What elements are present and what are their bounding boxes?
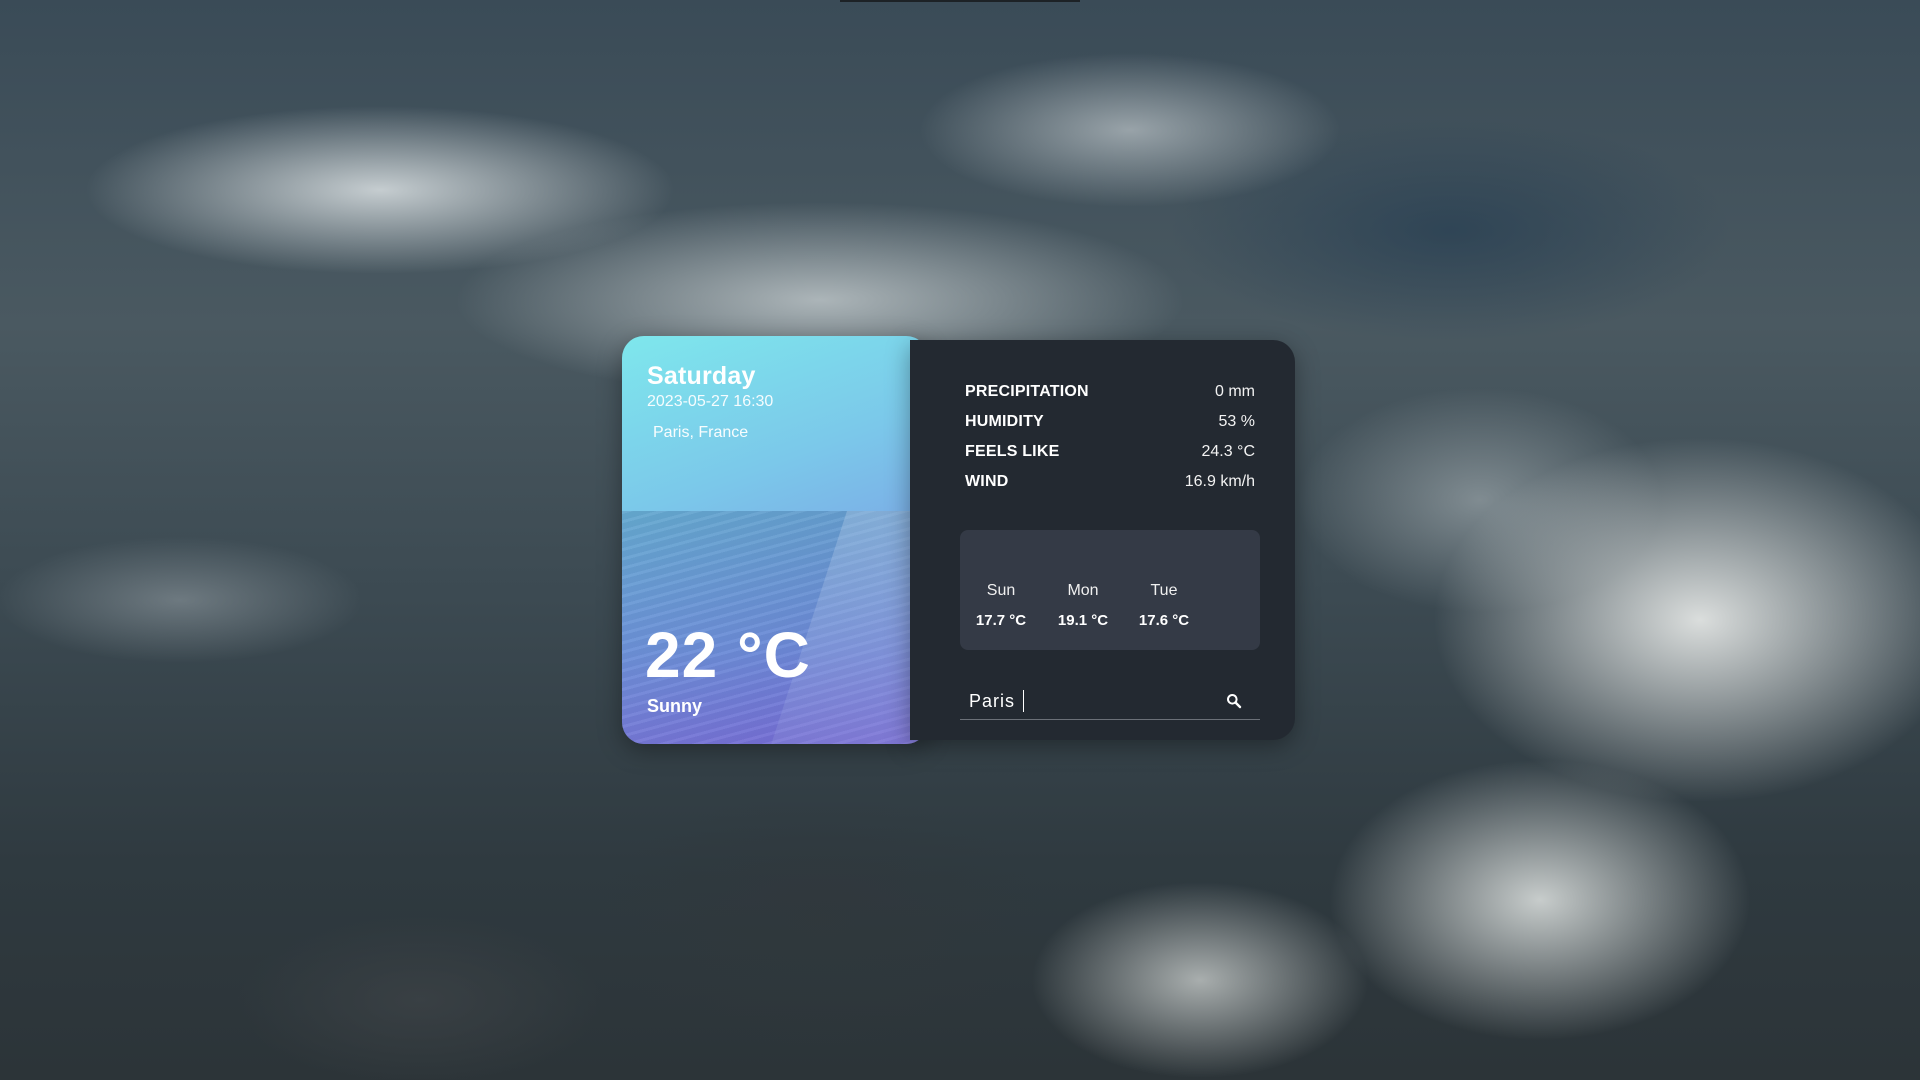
stat-value: 24.3 °C	[1201, 443, 1255, 460]
weather-details-panel: PRECIPITATION 0 mm HUMIDITY 53 % FEELS L…	[910, 340, 1295, 740]
stat-label: FEELS LIKE	[965, 443, 1060, 460]
stat-row-humidity: HUMIDITY 53 %	[965, 410, 1255, 434]
stat-label: WIND	[965, 473, 1009, 490]
current-weather-card: Saturday 2023-05-27 16:30 Paris, France …	[622, 336, 928, 744]
forecast-day-temp: 17.7 °C	[975, 612, 1027, 629]
location-label: Paris, France	[653, 424, 749, 441]
top-window-bar	[840, 0, 1080, 2]
forecast-day-name: Sun	[986, 582, 1016, 599]
search-input[interactable]	[969, 688, 1209, 714]
stat-row-precipitation: PRECIPITATION 0 mm	[965, 380, 1255, 404]
weather-condition: Sunny	[647, 696, 703, 716]
forecast-day-name: Mon	[1067, 582, 1099, 599]
stat-value: 53 %	[1218, 413, 1255, 430]
search-button[interactable]	[1222, 689, 1246, 713]
forecast-day-mon: Mon 19.1 °C	[1048, 582, 1118, 629]
date-time: 2023-05-27 16:30	[647, 393, 774, 410]
stat-value: 16.9 km/h	[1184, 473, 1255, 490]
desktop-background: { "app": { "day": "Saturday", "datetime"…	[0, 0, 1920, 1080]
forecast-day-sun: Sun 17.7 °C	[966, 582, 1036, 629]
forecast-day-tue: Tue 17.6 °C	[1129, 582, 1199, 629]
search-icon	[1227, 694, 1242, 709]
stat-row-wind: WIND 16.9 km/h	[965, 470, 1255, 494]
stat-row-feels-like: FEELS LIKE 24.3 °C	[965, 440, 1255, 464]
stat-value: 0 mm	[1215, 383, 1255, 400]
forecast-day-temp: 19.1 °C	[1057, 612, 1109, 629]
stat-label: HUMIDITY	[965, 413, 1044, 430]
stat-label: PRECIPITATION	[965, 383, 1089, 400]
day-name: Saturday	[647, 362, 756, 390]
search-bar	[960, 682, 1260, 720]
forecast-day-temp: 17.6 °C	[1138, 612, 1190, 629]
current-temperature: 22 °C	[645, 619, 811, 691]
forecast-box: Sun 17.7 °C Mon 19.1 °C Tue 17.6 °C	[960, 530, 1260, 650]
text-caret	[1023, 690, 1024, 712]
forecast-day-name: Tue	[1150, 582, 1178, 599]
